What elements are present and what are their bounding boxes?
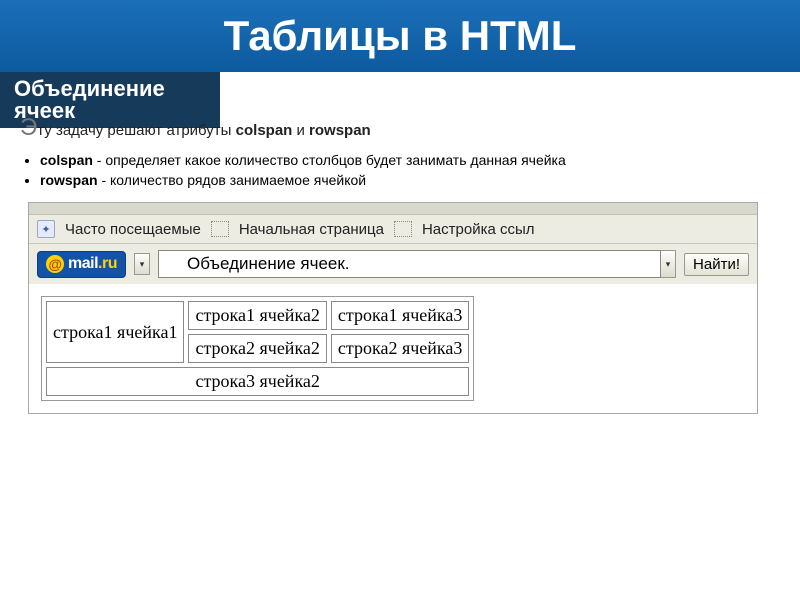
bookmark-folder-icon: ✦	[37, 220, 55, 238]
table-cell: строка1 ячейка1	[46, 301, 184, 363]
bookmark-customize-links[interactable]: Настройка ссыл	[422, 221, 535, 238]
demo-table: строка1 ячейка1 строка1 ячейка2 строка1 …	[41, 296, 474, 401]
list-item: rowspan - количество рядов занимаемое яч…	[40, 172, 780, 188]
search-field-wrap: @ ▾	[158, 250, 676, 278]
bookmarks-bar: ✦ Часто посещаемые Начальная страница На…	[29, 215, 757, 244]
intro-text: Эту задачу решают атрибуты colspan и row…	[20, 114, 780, 142]
find-button[interactable]: Найти!	[684, 253, 749, 276]
mailru-logo[interactable]: @ mail.ru	[37, 251, 126, 278]
table-cell: строка1 ячейка3	[331, 301, 469, 330]
table-cell: строка2 ячейка2	[188, 334, 326, 363]
intro-and: и	[292, 122, 309, 139]
browser-window: ✦ Часто посещаемые Начальная страница На…	[28, 202, 758, 414]
mailru-logo-ru: .ru	[98, 255, 117, 273]
bullet-desc: - определяет какое количество столбцов б…	[93, 152, 566, 168]
browser-content: строка1 ячейка1 строка1 ячейка2 строка1 …	[29, 284, 757, 413]
table-cell: строка2 ячейка3	[331, 334, 469, 363]
table-cell: строка3 ячейка2	[46, 367, 469, 396]
intro-keyword-rowspan: rowspan	[309, 122, 371, 139]
intro-keyword-colspan: colspan	[236, 122, 293, 139]
at-sign-icon: @	[46, 255, 64, 273]
bookmark-page-icon	[211, 221, 229, 237]
intro-body: ту задачу решают атрибуты	[37, 122, 235, 139]
search-history-dropdown[interactable]: ▾	[660, 250, 676, 278]
engine-dropdown[interactable]: ▾	[134, 253, 150, 275]
page-title: Таблицы в HTML	[0, 0, 800, 72]
table-row: строка3 ячейка2	[46, 367, 469, 396]
intro-dropcap: Э	[20, 114, 37, 141]
bookmark-page-icon	[394, 221, 412, 237]
search-toolbar: @ mail.ru ▾ @ ▾ Найти!	[29, 244, 757, 284]
list-item: colspan - определяет какое количество ст…	[40, 152, 780, 168]
table-cell: строка1 ячейка2	[188, 301, 326, 330]
bookmark-start-page[interactable]: Начальная страница	[239, 221, 384, 238]
mailru-logo-mail: mail	[68, 255, 98, 273]
bullet-desc: - количество рядов занимаемое ячейкой	[98, 172, 367, 188]
bullet-keyword: colspan	[40, 152, 93, 168]
bullet-list: colspan - определяет какое количество ст…	[40, 152, 780, 188]
browser-tabbar	[29, 203, 757, 215]
search-input[interactable]	[158, 250, 661, 278]
table-row: строка1 ячейка1 строка1 ячейка2 строка1 …	[46, 301, 469, 330]
bullet-keyword: rowspan	[40, 172, 98, 188]
bookmark-frequently-visited[interactable]: Часто посещаемые	[65, 221, 201, 238]
